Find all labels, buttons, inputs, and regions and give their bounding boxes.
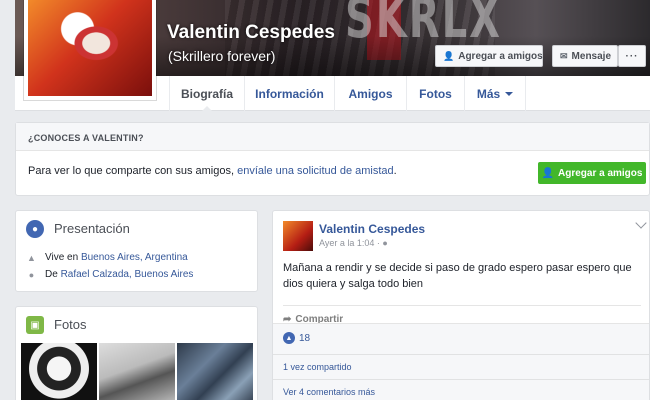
intro-line-from: ● De Rafael Calzada, Buenos Aires: [26, 269, 194, 280]
profile-nickname: (Skrillero forever): [168, 48, 276, 64]
add-friend-green-label: Agregar a amigos: [557, 167, 643, 179]
know-person-box: ¿CONOCES A VALENTIN? Para ver lo que com…: [15, 122, 650, 196]
post-footer: ▲ 18 1 vez compartido Ver 4 comentarios …: [273, 323, 649, 400]
photos-icon: ▣: [26, 316, 44, 334]
like-thumb-icon: ▲: [283, 332, 295, 344]
friend-request-link[interactable]: envíale una solicitud de amistad: [237, 165, 394, 177]
tab-photos[interactable]: Fotos: [406, 76, 464, 111]
tab-more[interactable]: Más: [464, 76, 526, 111]
home-icon: ▲: [27, 252, 36, 263]
profile-picture[interactable]: [24, 0, 156, 100]
intro-from-link[interactable]: Rafael Calzada, Buenos Aires: [61, 269, 194, 280]
know-text-prefix: Para ver lo que comparte con sus amigos,: [28, 165, 238, 177]
intro-lives-prefix: Vive en: [45, 252, 81, 263]
photos-card: ▣ Fotos: [15, 306, 258, 400]
photo-thumbnail[interactable]: [21, 343, 97, 400]
post-timestamp[interactable]: Ayer a la 1:04 · ●: [319, 238, 388, 248]
add-friend-label: Agregar a amigos: [458, 50, 543, 62]
add-friend-button[interactable]: 👤 Agregar a amigos: [435, 45, 543, 67]
message-button[interactable]: ✉ Mensaje: [552, 45, 618, 67]
share-count[interactable]: 1 vez compartido: [273, 354, 649, 379]
intro-lives-link[interactable]: Buenos Aires, Argentina: [81, 252, 188, 263]
more-options-button[interactable]: ···: [618, 45, 646, 67]
intro-title: Presentación: [54, 221, 130, 236]
tab-about[interactable]: Información: [244, 76, 334, 111]
timeline-post: Valentin Cespedes Ayer a la 1:04 · ● Mañ…: [272, 210, 650, 400]
tab-more-label: Más: [476, 86, 501, 101]
post-author-avatar[interactable]: [283, 221, 313, 251]
location-pin-icon: ●: [28, 269, 35, 280]
tab-friends[interactable]: Amigos: [334, 76, 406, 111]
know-text-suffix: .: [393, 165, 397, 177]
post-text: Mañana a rendir y se decide si paso de g…: [283, 262, 632, 290]
know-heading: ¿CONOCES A VALENTIN?: [16, 123, 649, 151]
add-friend-green-icon: 👤: [541, 167, 554, 179]
add-friend-green-button[interactable]: 👤 Agregar a amigos: [538, 162, 646, 184]
profile-name[interactable]: Valentin Cespedes: [167, 22, 335, 44]
profile-picture-art: [28, 0, 152, 96]
like-count-value: 18: [299, 332, 311, 344]
photo-thumbnail[interactable]: [177, 343, 253, 400]
intro-line-lives-text: Vive en Buenos Aires, Argentina: [45, 252, 188, 263]
intro-card: ● Presentación ▲ Vive en Buenos Aires, A…: [15, 210, 258, 292]
intro-line-lives: ▲ Vive en Buenos Aires, Argentina: [26, 252, 188, 263]
message-label: Mensaje: [571, 50, 612, 62]
photo-thumbnail[interactable]: [99, 343, 175, 400]
add-friend-icon: 👤: [443, 50, 455, 61]
like-count[interactable]: ▲ 18: [283, 332, 310, 344]
post-options-chevron-icon[interactable]: [635, 217, 647, 229]
know-text: Para ver lo que comparte con sus amigos,…: [28, 165, 397, 177]
post-author-name[interactable]: Valentin Cespedes: [319, 222, 425, 236]
intro-line-from-text: De Rafael Calzada, Buenos Aires: [45, 269, 193, 280]
tab-timeline[interactable]: Biografía: [169, 76, 244, 112]
photos-title[interactable]: Fotos: [54, 317, 87, 332]
post-timestamp-text: Ayer a la 1:04 ·: [319, 238, 380, 248]
intro-from-prefix: De: [45, 269, 61, 280]
globe-icon: ●: [26, 220, 44, 238]
caret-down-icon: [505, 91, 514, 100]
view-more-comments-link[interactable]: Ver 4 comentarios más: [273, 379, 649, 400]
message-icon: ✉: [560, 50, 568, 61]
audience-globe-icon: ●: [382, 238, 388, 248]
